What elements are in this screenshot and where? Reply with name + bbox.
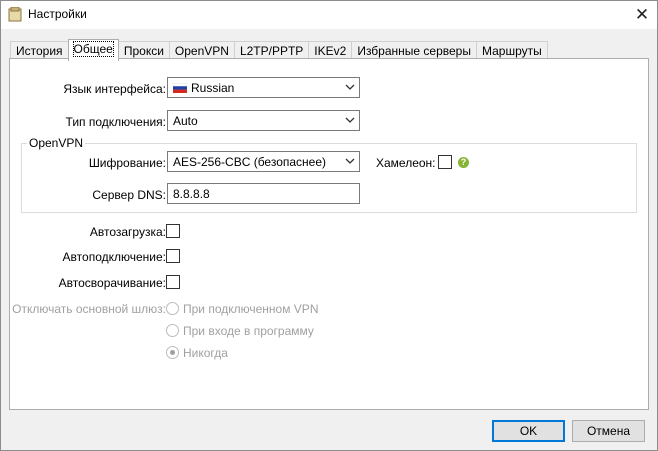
gateway-radio-never[interactable] [166,346,179,359]
language-label: Язык интерфейса: [63,82,166,96]
dns-input[interactable]: 8.8.8.8 [167,183,360,204]
gateway-radio-program-start[interactable] [166,324,179,337]
language-value: Russian [191,81,235,95]
encryption-label: Шифрование: [88,156,166,170]
cancel-button[interactable]: Отмена [572,420,645,442]
connection-type-value: Auto [173,114,198,128]
encryption-value: AES-256-CBC (безопаснее) [173,155,327,169]
chevron-down-icon [345,117,355,123]
openvpn-group-title: OpenVPN [27,136,86,150]
settings-window: Настройки ✕ История Общее Прокси OpenVPN… [0,0,658,451]
dns-value: 8.8.8.8 [173,187,210,201]
gateway-radio-vpn-connected[interactable] [166,302,179,315]
russia-flag-icon [173,83,187,93]
gateway-option-label: При входе в программу [183,324,314,338]
help-icon[interactable]: ? [458,157,469,168]
connection-type-label: Тип подключения: [65,115,166,129]
connection-type-select[interactable]: Auto [167,110,360,131]
chameleon-checkbox[interactable] [438,155,452,169]
tab-strip: История Общее Прокси OpenVPN L2TP/PPTP I… [10,39,548,61]
general-tab-panel: Язык интерфейса: Russian Тип подключения… [9,58,649,410]
gateway-option-label: При подключенном VPN [183,302,319,316]
autoload-checkbox[interactable] [166,224,180,238]
autoconnect-label: Автоподключение: [62,250,166,264]
dns-label: Сервер DNS: [92,188,166,202]
autoconnect-checkbox[interactable] [166,249,180,263]
close-button[interactable]: ✕ [627,1,657,29]
language-select[interactable]: Russian [167,77,360,98]
gateway-label: Отключать основной шлюз: [12,302,166,316]
autoload-label: Автозагрузка: [89,225,166,239]
gateway-option-label: Никогда [183,346,228,360]
chevron-down-icon [345,84,355,90]
autominimize-checkbox[interactable] [166,275,180,289]
encryption-select[interactable]: AES-256-CBC (безопаснее) [167,151,360,172]
tab-general[interactable]: Общее [67,39,119,61]
window-title: Настройки [28,7,87,21]
close-icon: ✕ [634,5,650,24]
chevron-down-icon [345,158,355,164]
app-icon [8,7,22,22]
title-bar: Настройки ✕ [1,1,657,29]
ok-button[interactable]: OK [492,420,565,442]
autominimize-label: Автосворачивание: [58,276,166,290]
chameleon-label: Хамелеон: [376,156,436,170]
